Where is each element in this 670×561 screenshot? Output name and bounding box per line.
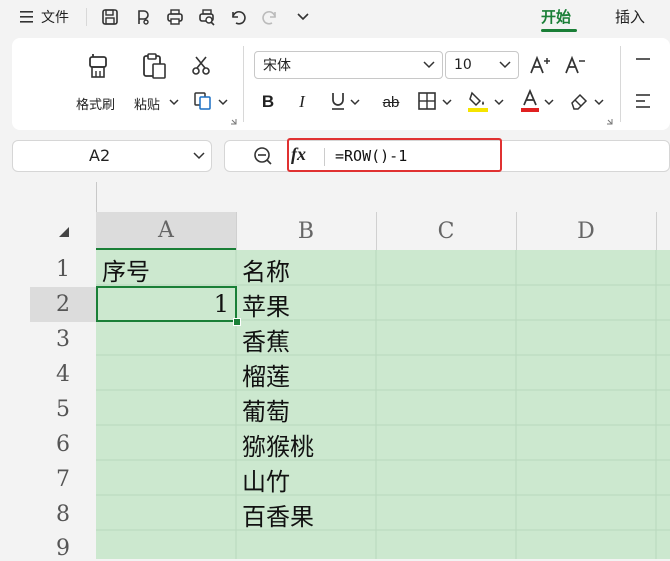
cell-b8[interactable]: 百香果 bbox=[242, 497, 376, 532]
divider bbox=[96, 182, 97, 212]
row-header-6[interactable]: 6 bbox=[30, 427, 96, 462]
increase-font-size-icon[interactable] bbox=[528, 53, 552, 77]
column-header-c[interactable]: C bbox=[376, 212, 516, 250]
font-color-icon[interactable] bbox=[518, 88, 542, 114]
select-all-icon[interactable] bbox=[58, 226, 70, 238]
row-header-8[interactable]: 8 bbox=[30, 497, 96, 532]
paste-label[interactable]: 粘贴 bbox=[134, 94, 160, 113]
file-menu-label: 文件 bbox=[41, 10, 69, 26]
cell-b7[interactable]: 山竹 bbox=[242, 462, 376, 497]
cell-reference: A2 bbox=[89, 146, 111, 165]
more-chevron-icon[interactable] bbox=[292, 6, 314, 28]
divider bbox=[656, 212, 657, 250]
row-header-2[interactable]: 2 bbox=[30, 287, 96, 322]
row-header-7[interactable]: 7 bbox=[30, 462, 96, 497]
save-icon[interactable] bbox=[99, 6, 121, 28]
clear-format-dropdown-icon[interactable] bbox=[594, 98, 604, 106]
borders-dropdown-icon[interactable] bbox=[442, 98, 452, 106]
tab-insert[interactable]: 插入 bbox=[615, 6, 645, 27]
cell-b1[interactable]: 名称 bbox=[242, 252, 376, 287]
row-header-5[interactable]: 5 bbox=[30, 392, 96, 427]
copy-dropdown-icon[interactable] bbox=[218, 98, 228, 106]
active-cell-a2[interactable]: 1 bbox=[96, 286, 237, 322]
font-name-value: 宋体 bbox=[263, 58, 291, 74]
clear-format-icon[interactable] bbox=[568, 90, 590, 112]
font-name-select[interactable]: 宋体 bbox=[254, 51, 443, 79]
cut-icon[interactable] bbox=[190, 54, 212, 76]
print-preview-icon[interactable] bbox=[196, 6, 218, 28]
undo-icon[interactable] bbox=[227, 6, 249, 28]
font-size-select[interactable]: 10 bbox=[445, 51, 519, 79]
divider bbox=[243, 46, 244, 122]
chevron-down-icon bbox=[423, 61, 435, 69]
file-menu-button[interactable]: 文件 bbox=[14, 6, 74, 28]
cell-b2[interactable]: 苹果 bbox=[242, 287, 376, 322]
decrease-font-size-icon[interactable] bbox=[563, 53, 587, 77]
underline-dropdown-icon[interactable] bbox=[350, 98, 360, 106]
row-header-1[interactable]: 1 bbox=[30, 252, 96, 287]
divider bbox=[86, 8, 87, 26]
font-color-dropdown-icon[interactable] bbox=[544, 98, 554, 106]
row-header-3[interactable]: 3 bbox=[30, 322, 96, 357]
borders-icon[interactable] bbox=[416, 90, 438, 112]
format-painter-label[interactable]: 格式刷 bbox=[76, 94, 115, 113]
font-launcher-icon[interactable] bbox=[606, 118, 613, 125]
cell-a1[interactable]: 序号 bbox=[102, 252, 236, 287]
bold-icon[interactable]: B bbox=[258, 91, 278, 113]
divider bbox=[376, 212, 377, 250]
align-top-icon[interactable] bbox=[632, 53, 654, 73]
cell-b5[interactable]: 葡萄 bbox=[242, 392, 376, 427]
column-header-b[interactable]: B bbox=[236, 212, 376, 250]
cell-b6[interactable]: 猕猴桃 bbox=[242, 427, 376, 462]
fill-color-dropdown-icon[interactable] bbox=[494, 98, 504, 106]
paste-icon[interactable] bbox=[138, 50, 170, 82]
export-pdf-icon[interactable] bbox=[132, 6, 154, 28]
highlight-box bbox=[287, 138, 502, 172]
divider bbox=[236, 212, 237, 250]
name-box[interactable]: A2 bbox=[12, 140, 212, 172]
ribbon-panel: 格式刷 粘贴 宋体 10 B I ab bbox=[12, 38, 670, 130]
align-left-icon[interactable] bbox=[632, 90, 654, 112]
row-header-9[interactable]: 9 bbox=[30, 532, 96, 561]
cell-b3[interactable]: 香蕉 bbox=[242, 322, 376, 357]
italic-icon[interactable]: I bbox=[292, 91, 312, 113]
divider bbox=[516, 212, 517, 250]
paste-dropdown-icon[interactable] bbox=[169, 98, 179, 106]
column-header-a[interactable]: A bbox=[96, 212, 236, 250]
redo-icon[interactable] bbox=[259, 6, 281, 28]
strikethrough-icon[interactable]: ab bbox=[380, 91, 402, 113]
quick-access-bar: 文件 开始 插入 bbox=[0, 0, 670, 34]
divider bbox=[620, 46, 621, 122]
format-painter-icon[interactable] bbox=[82, 50, 114, 82]
print-icon[interactable] bbox=[164, 6, 186, 28]
chevron-down-icon bbox=[499, 61, 511, 69]
chevron-down-icon[interactable] bbox=[193, 151, 205, 161]
hamburger-icon bbox=[20, 11, 33, 23]
underline-icon[interactable] bbox=[328, 90, 348, 112]
clipboard-launcher-icon[interactable] bbox=[230, 118, 237, 125]
column-header-d[interactable]: D bbox=[516, 212, 656, 250]
row-header-4[interactable]: 4 bbox=[30, 357, 96, 392]
active-tab-indicator bbox=[541, 29, 577, 32]
font-size-value: 10 bbox=[454, 57, 472, 73]
cell-b4[interactable]: 榴莲 bbox=[242, 357, 376, 392]
fill-handle[interactable] bbox=[233, 318, 241, 326]
copy-icon[interactable] bbox=[192, 90, 214, 112]
fill-color-icon[interactable] bbox=[466, 88, 490, 114]
tab-home[interactable]: 开始 bbox=[541, 6, 571, 27]
zoom-out-icon[interactable] bbox=[253, 146, 273, 166]
